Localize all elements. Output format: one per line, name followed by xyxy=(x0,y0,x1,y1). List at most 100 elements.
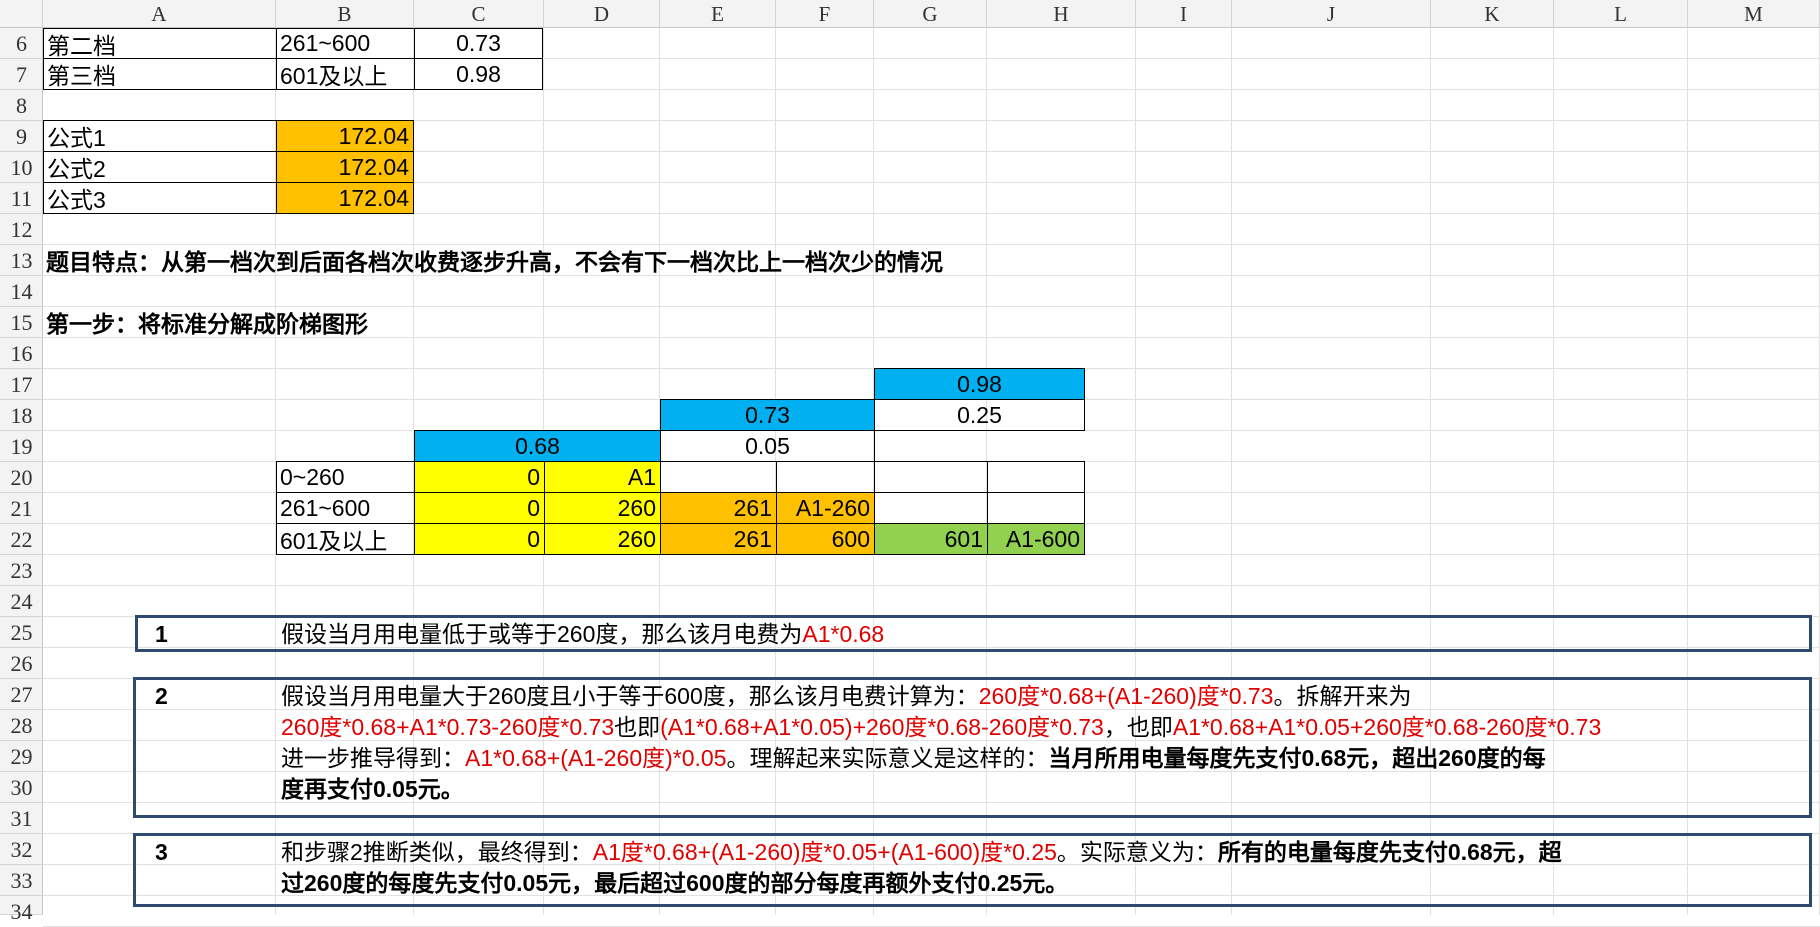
stair-r20-range[interactable]: 0~260 xyxy=(276,461,415,493)
column-header-L[interactable]: L xyxy=(1554,0,1688,28)
select-all-corner[interactable] xyxy=(0,0,43,28)
row-header-19[interactable]: 19 xyxy=(0,431,43,462)
note-2-line: 进一步推导得到：A1*0.68+(A1-260度)*0.05。理解起来实际意义是… xyxy=(281,743,1546,773)
row-header-26[interactable]: 26 xyxy=(0,648,43,679)
stair-r22-e[interactable]: 260 xyxy=(544,523,661,555)
row-header-14[interactable]: 14 xyxy=(0,276,43,307)
row-header-12[interactable]: 12 xyxy=(0,214,43,245)
note-3-line: 过260度的每度先支付0.05元，最后超过600度的部分每度再额外支付0.25元… xyxy=(281,868,1068,898)
column-header-D[interactable]: D xyxy=(544,0,660,28)
stair-diff-025[interactable]: 0.25 xyxy=(874,399,1085,431)
row-header-6[interactable]: 6 xyxy=(0,28,43,59)
stair-r22-d[interactable]: 0 xyxy=(414,523,545,555)
note-1-number: 1 xyxy=(155,621,168,647)
formula3-value-cell[interactable]: 172.04 xyxy=(276,182,414,214)
note-text-segment: A1*0.68+A1*0.05+260度*0.68-260度*0.73 xyxy=(1172,714,1602,740)
stair-rate-098[interactable]: 0.98 xyxy=(874,368,1085,400)
row-header-13[interactable]: 13 xyxy=(0,245,43,276)
row-header-21[interactable]: 21 xyxy=(0,493,43,524)
note-text-segment: 和步骤2推断类似，最终得到： xyxy=(281,839,593,865)
tier3-range-cell[interactable]: 601及以上 xyxy=(276,58,415,90)
formula3-label-cell[interactable]: 公式3 xyxy=(43,182,277,214)
note-text-segment: 度再支付0.05元。 xyxy=(281,776,464,802)
note-2-number: 2 xyxy=(155,683,168,709)
formula1-value-cell[interactable]: 172.04 xyxy=(276,120,414,152)
note-3-number: 3 xyxy=(155,839,168,865)
row-header-28[interactable]: 28 xyxy=(0,710,43,741)
row-header-31[interactable]: 31 xyxy=(0,803,43,834)
column-header-H[interactable]: H xyxy=(987,0,1136,28)
column-header-J[interactable]: J xyxy=(1232,0,1431,28)
note-text-segment: ，也即 xyxy=(1103,714,1173,740)
note-2-line: 260度*0.68+A1*0.73-260度*0.73也即(A1*0.68+A1… xyxy=(281,712,1601,742)
row-header-16[interactable]: 16 xyxy=(0,338,43,369)
stair-r21-h[interactable] xyxy=(874,492,988,524)
row-header-32[interactable]: 32 xyxy=(0,834,43,865)
tier3-rate-cell[interactable]: 0.98 xyxy=(414,58,543,90)
row-header-15[interactable]: 15 xyxy=(0,307,43,338)
problem-feature-text[interactable]: 题目特点：从第一档次到后面各档次收费逐步升高，不会有下一档次比上一档次少的情况 xyxy=(43,244,943,275)
column-header-G[interactable]: G xyxy=(874,0,987,28)
stair-r21-d[interactable]: 0 xyxy=(414,492,545,524)
row-header-9[interactable]: 9 xyxy=(0,121,43,152)
row-header-22[interactable]: 22 xyxy=(0,524,43,555)
row-header-30[interactable]: 30 xyxy=(0,772,43,803)
stair-r20-e[interactable]: A1 xyxy=(544,461,661,493)
note-text-segment: 260度*0.68+(A1-260)度*0.73 xyxy=(978,683,1274,709)
row-header-29[interactable]: 29 xyxy=(0,741,43,772)
column-header-F[interactable]: F xyxy=(776,0,874,28)
row-header-18[interactable]: 18 xyxy=(0,400,43,431)
formula2-label-cell[interactable]: 公式2 xyxy=(43,151,277,183)
row-header-17[interactable]: 17 xyxy=(0,369,43,400)
stair-r21-i[interactable] xyxy=(987,492,1085,524)
row-header-11[interactable]: 11 xyxy=(0,183,43,214)
note-text-segment: (A1*0.68+A1*0.05)+260度*0.68-260度*0.73 xyxy=(660,714,1104,740)
stair-r22-g[interactable]: 600 xyxy=(776,523,875,555)
tier2-name-cell[interactable]: 第二档 xyxy=(43,28,277,59)
tier3-name-cell[interactable]: 第三档 xyxy=(43,58,277,90)
row-header-34[interactable]: 34 xyxy=(0,896,43,924)
row-header-7[interactable]: 7 xyxy=(0,59,43,90)
column-header-M[interactable]: M xyxy=(1688,0,1820,28)
stair-r22-i[interactable]: A1-600 xyxy=(987,523,1085,555)
note-text-segment: 。理解起来实际意义是这样的： xyxy=(726,745,1049,771)
tier2-rate-cell[interactable]: 0.73 xyxy=(414,28,543,59)
column-header-I[interactable]: I xyxy=(1136,0,1232,28)
note-3-line: 和步骤2推断类似，最终得到：A1度*0.68+(A1-260)度*0.05+(A… xyxy=(281,837,1562,867)
stair-r21-g[interactable]: A1-260 xyxy=(776,492,875,524)
row-header-27[interactable]: 27 xyxy=(0,679,43,710)
stair-r20-g[interactable] xyxy=(776,461,875,493)
stair-rate-068[interactable]: 0.68 xyxy=(414,430,661,462)
note-2-line: 度再支付0.05元。 xyxy=(281,774,464,804)
step1-text[interactable]: 第一步：将标准分解成阶梯图形 xyxy=(43,306,368,337)
stair-r21-e[interactable]: 260 xyxy=(544,492,661,524)
stair-rate-073[interactable]: 0.73 xyxy=(660,399,875,431)
column-header-K[interactable]: K xyxy=(1431,0,1554,28)
note-text-segment: 假设当月用电量大于260度且小于等于600度，那么该月电费计算为： xyxy=(281,683,979,709)
row-header-10[interactable]: 10 xyxy=(0,152,43,183)
row-header-25[interactable]: 25 xyxy=(0,617,43,648)
row-header-33[interactable]: 33 xyxy=(0,865,43,896)
tier2-range-cell[interactable]: 261~600 xyxy=(276,28,415,59)
stair-r21-f[interactable]: 261 xyxy=(660,492,777,524)
row-header-23[interactable]: 23 xyxy=(0,555,43,586)
note-text-segment: 260度*0.68+A1*0.73-260度*0.73 xyxy=(281,714,615,740)
row-header-24[interactable]: 24 xyxy=(0,586,43,617)
stair-r22-f[interactable]: 261 xyxy=(660,523,777,555)
stair-r22-range[interactable]: 601及以上 xyxy=(276,523,415,555)
stair-r22-h[interactable]: 601 xyxy=(874,523,988,555)
row-header-8[interactable]: 8 xyxy=(0,90,43,121)
column-header-C[interactable]: C xyxy=(414,0,544,28)
formula1-label-cell[interactable]: 公式1 xyxy=(43,120,277,152)
column-header-A[interactable]: A xyxy=(43,0,276,28)
stair-r20-h[interactable] xyxy=(874,461,988,493)
column-header-B[interactable]: B xyxy=(276,0,414,28)
stair-r20-i[interactable] xyxy=(987,461,1085,493)
formula2-value-cell[interactable]: 172.04 xyxy=(276,151,414,183)
stair-r20-f[interactable] xyxy=(660,461,777,493)
column-header-E[interactable]: E xyxy=(660,0,776,28)
stair-r21-range[interactable]: 261~600 xyxy=(276,492,415,524)
stair-diff-005[interactable]: 0.05 xyxy=(660,430,875,462)
stair-r20-d[interactable]: 0 xyxy=(414,461,545,493)
row-header-20[interactable]: 20 xyxy=(0,462,43,493)
